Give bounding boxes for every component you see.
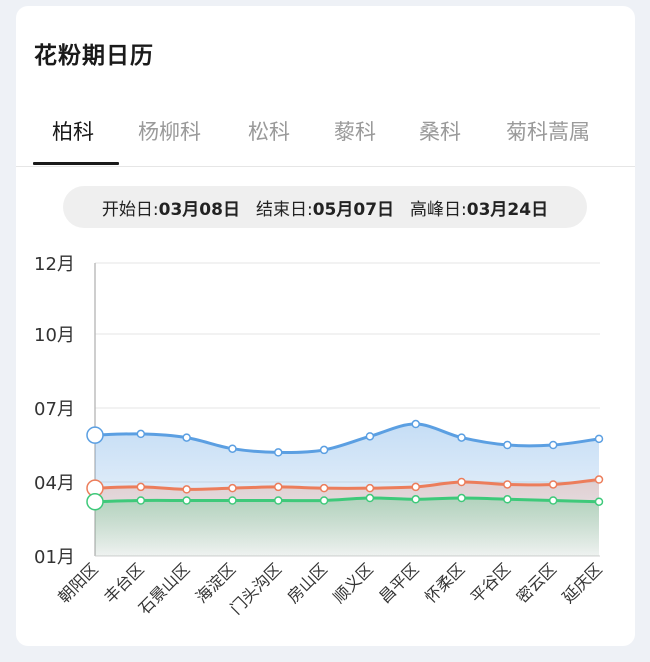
x-tick-label: 平谷区 [467, 559, 514, 606]
data-point-green[interactable] [228, 496, 237, 505]
pollen-calendar-card: 花粉期日历 柏科 杨柳科 松科 藜科 桑科 菊科蒿属 开始日:03月08日 结束… [16, 6, 635, 646]
area-series-green [95, 498, 599, 556]
data-point-blue[interactable] [411, 419, 420, 429]
x-tick-label: 延庆区 [558, 559, 605, 606]
data-point-green[interactable] [503, 495, 512, 504]
data-point-blue[interactable] [503, 440, 512, 450]
data-point-orange[interactable] [457, 477, 466, 487]
x-tick-label: 房山区 [284, 559, 331, 606]
y-tick-label: 01月 [34, 547, 75, 568]
data-point-blue[interactable] [594, 434, 604, 444]
x-tick-label: 石景山区 [135, 559, 194, 618]
data-point-green[interactable] [411, 495, 420, 504]
data-point-orange[interactable] [594, 475, 604, 484]
data-point-green[interactable] [548, 496, 558, 505]
data-point-orange[interactable] [503, 480, 512, 489]
data-point-blue[interactable] [274, 448, 283, 457]
data-point-orange[interactable] [319, 483, 329, 493]
x-tick-label: 顺义区 [329, 559, 376, 606]
data-point-green[interactable] [274, 496, 283, 505]
data-point-blue[interactable] [548, 440, 558, 450]
x-tick-label: 怀柔区 [421, 559, 468, 606]
data-point-orange[interactable] [365, 483, 375, 493]
data-point-orange[interactable] [136, 482, 146, 492]
data-point-orange[interactable] [182, 485, 191, 494]
data-point-green[interactable] [594, 497, 604, 506]
data-point-blue[interactable] [457, 433, 466, 442]
y-tick-label: 07月 [34, 399, 75, 420]
data-point-blue[interactable] [182, 433, 191, 442]
data-point-orange[interactable] [548, 480, 558, 489]
data-point-green[interactable] [457, 493, 466, 503]
x-tick-label: 门头沟区 [226, 559, 285, 618]
data-point-blue[interactable] [136, 429, 146, 439]
data-point-blue[interactable] [228, 444, 237, 453]
y-tick-label: 10月 [34, 325, 75, 346]
data-point-green[interactable] [136, 496, 146, 505]
y-tick-label: 12月 [34, 254, 75, 275]
data-point-blue[interactable] [365, 432, 375, 441]
x-tick-label: 密云区 [513, 559, 560, 606]
data-point-orange[interactable] [411, 482, 420, 492]
y-tick-label: 04月 [34, 473, 75, 494]
pollen-area-chart: 01月04月07月10月12月朝阳区丰台区石景山区海淀区门头沟区房山区顺义区昌平… [34, 254, 606, 618]
data-point-orange[interactable] [228, 483, 237, 493]
x-tick-label: 昌平区 [375, 559, 422, 606]
data-point-green[interactable] [182, 496, 191, 505]
data-point-green[interactable] [365, 493, 375, 503]
data-point-orange[interactable] [274, 482, 283, 492]
data-point-blue[interactable] [319, 445, 329, 455]
data-point-green[interactable] [86, 492, 104, 511]
data-point-blue[interactable] [86, 426, 104, 444]
data-point-green[interactable] [319, 496, 329, 505]
